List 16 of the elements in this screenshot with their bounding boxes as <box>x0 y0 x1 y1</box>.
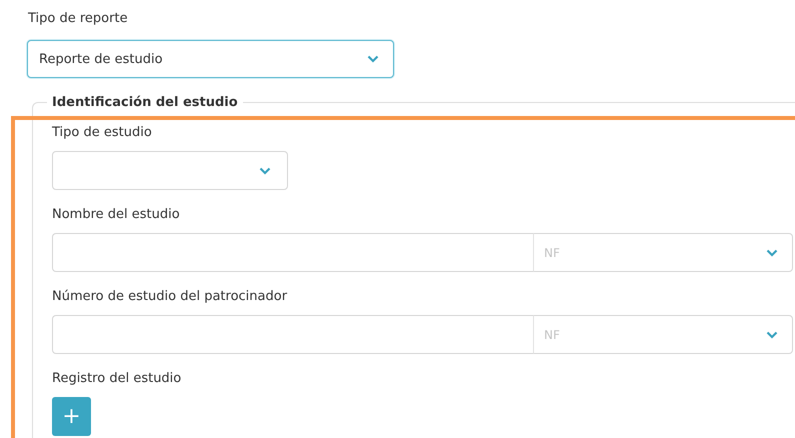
chevron-down-icon <box>766 248 778 256</box>
report-type-select[interactable]: Reporte de estudio <box>27 40 394 78</box>
unit-select[interactable]: NF <box>534 315 793 354</box>
field-label: Número de estudio del patrocinador <box>52 288 288 306</box>
input-field[interactable] <box>52 233 534 272</box>
field-label: Tipo de reporte <box>28 10 129 28</box>
chevron-down-icon <box>367 55 379 63</box>
chevron-down-icon <box>259 166 271 174</box>
input-field[interactable] <box>52 315 534 354</box>
chevron-down-icon <box>766 330 778 338</box>
field-label: Registro del estudio <box>52 370 182 388</box>
field-label: Nombre del estudio <box>52 206 181 224</box>
study-type-select[interactable] <box>52 151 288 190</box>
field-label: Tipo de estudio <box>52 124 153 142</box>
unit-select[interactable]: NF <box>534 233 793 272</box>
add-button[interactable]: + <box>52 397 91 436</box>
